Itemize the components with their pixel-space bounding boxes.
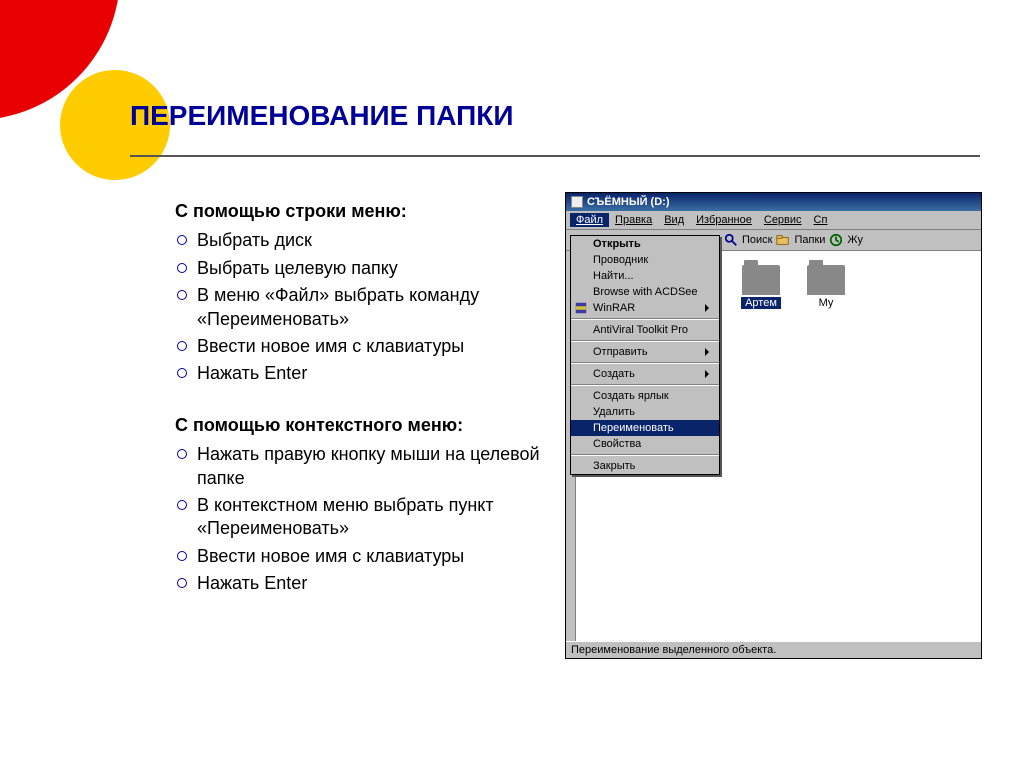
folders-icon	[776, 233, 790, 247]
menu-help[interactable]: Сп	[808, 213, 834, 227]
menu-tools[interactable]: Сервис	[758, 213, 808, 227]
statusbar-text: Переименование выделенного объекта.	[571, 644, 776, 656]
toolbar-search[interactable]: Поиск	[742, 234, 772, 246]
menu-file[interactable]: Файл	[570, 213, 609, 227]
toolbar-folders[interactable]: Папки	[794, 234, 825, 246]
menu-item-send[interactable]: Отправить	[571, 344, 719, 360]
menu-item-rename[interactable]: Переименовать	[571, 420, 719, 436]
body-text: С помощью строки меню: Выбрать диск Выбр…	[175, 200, 545, 623]
file-dropdown-menu: Открыть Проводник Найти... Browse with A…	[570, 235, 720, 475]
window-titlebar[interactable]: СЪЁМНЫЙ (D:)	[566, 193, 981, 211]
list-item: Нажать Enter	[175, 362, 545, 385]
statusbar: Переименование выделенного объекта.	[566, 641, 981, 658]
menu-favorites[interactable]: Избранное	[690, 213, 758, 227]
menu-item-close[interactable]: Закрыть	[571, 458, 719, 474]
submenu-arrow-icon	[705, 370, 713, 378]
folder-item-selected[interactable]: Артем	[726, 265, 796, 309]
toolbar-history[interactable]: Жу	[847, 234, 863, 246]
menu-item-delete[interactable]: Удалить	[571, 404, 719, 420]
list-item: Ввести новое имя с клавиатуры	[175, 335, 545, 358]
explorer-window: СЪЁМНЫЙ (D:) Файл Правка Вид Избранное С…	[565, 192, 982, 659]
menu-item-antiviral[interactable]: AntiViral Toolkit Pro	[571, 322, 719, 338]
folder-item[interactable]: Му	[806, 265, 846, 309]
folder-icon	[807, 265, 845, 295]
list-item: Выбрать целевую папку	[175, 257, 545, 280]
menu-item-open[interactable]: Открыть	[571, 236, 719, 252]
menu-edit[interactable]: Правка	[609, 213, 658, 227]
menu-item-winrar[interactable]: WinRAR	[571, 300, 719, 316]
list-item: В контекстном меню выбрать пункт «Переим…	[175, 494, 545, 541]
section-heading-1: С помощью строки меню:	[175, 200, 545, 223]
list-item: В меню «Файл» выбрать команду «Переимено…	[175, 284, 545, 331]
list-item: Выбрать диск	[175, 229, 545, 252]
submenu-arrow-icon	[705, 348, 713, 356]
section-heading-2: С помощью контекстного меню:	[175, 414, 545, 437]
list-item: Нажать Enter	[175, 572, 545, 595]
menu-item-acdsee[interactable]: Browse with ACDSee	[571, 284, 719, 300]
menu-view[interactable]: Вид	[658, 213, 690, 227]
bullet-list-1: Выбрать диск Выбрать целевую папку В мен…	[175, 229, 545, 385]
menu-item-find[interactable]: Найти...	[571, 268, 719, 284]
search-icon	[724, 233, 738, 247]
window-icon	[571, 196, 583, 208]
menu-item-create[interactable]: Создать	[571, 366, 719, 382]
folder-label: Му	[819, 297, 834, 309]
window-title: СЪЁМНЫЙ (D:)	[587, 196, 670, 208]
menu-item-explorer[interactable]: Проводник	[571, 252, 719, 268]
title-divider	[130, 155, 980, 157]
list-item: Нажать правую кнопку мыши на целевой пап…	[175, 443, 545, 490]
list-item: Ввести новое имя с клавиатуры	[175, 545, 545, 568]
menu-item-properties[interactable]: Свойства	[571, 436, 719, 452]
winrar-icon	[574, 301, 588, 315]
decoration-red-circle	[0, 0, 120, 120]
submenu-arrow-icon	[705, 304, 713, 312]
menubar: Файл Правка Вид Избранное Сервис Сп	[566, 211, 981, 230]
menu-item-shortcut[interactable]: Создать ярлык	[571, 388, 719, 404]
folder-icon	[742, 265, 780, 295]
folder-label-selected: Артем	[741, 297, 781, 309]
bullet-list-2: Нажать правую кнопку мыши на целевой пап…	[175, 443, 545, 595]
history-icon	[829, 233, 843, 247]
slide-title: ПЕРЕИМЕНОВАНИЕ ПАПКИ	[130, 100, 980, 132]
